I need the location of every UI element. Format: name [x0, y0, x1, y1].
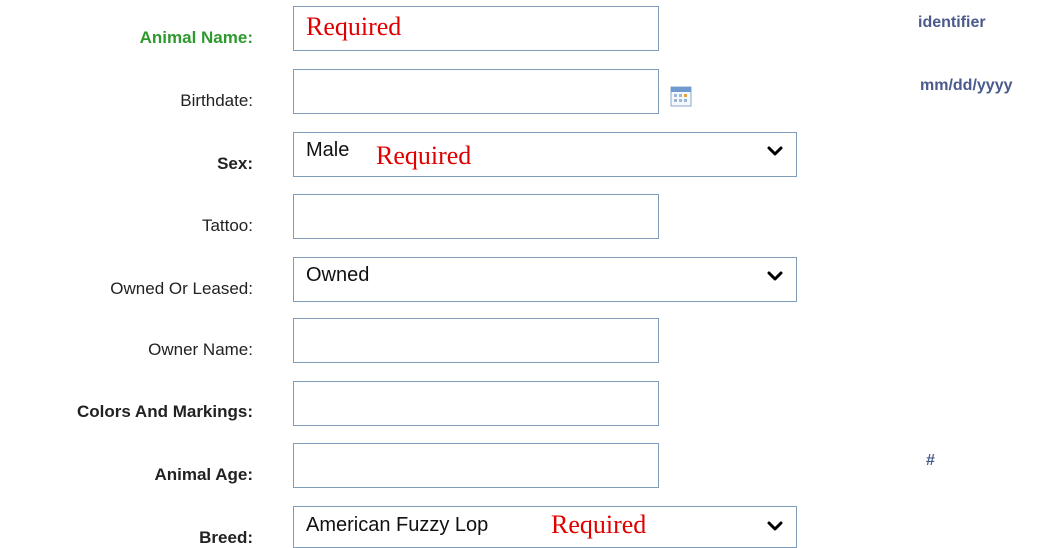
colors-and-markings-input[interactable] [293, 381, 659, 426]
sex-selected-value: Male [306, 139, 350, 161]
breed-label: Breed: [199, 528, 253, 547]
owner-name-label: Owner Name: [148, 340, 253, 359]
owned-or-leased-label: Owned Or Leased: [110, 279, 253, 298]
breed-select[interactable]: American Fuzzy Lop Required [293, 506, 797, 548]
animal-name-hint: identifier [918, 14, 986, 31]
chevron-down-icon [767, 146, 783, 156]
birthdate-format-hint: mm/dd/yyyy [920, 77, 1013, 94]
colors-and-markings-label: Colors And Markings: [77, 402, 253, 421]
sex-select[interactable]: Male Required [293, 132, 797, 177]
chevron-down-icon [767, 271, 783, 281]
sex-required-placeholder: Required [376, 141, 472, 170]
owner-name-input[interactable] [293, 318, 659, 363]
animal-name-label: Animal Name: [139, 28, 253, 47]
animal-name-input[interactable]: Required [293, 6, 659, 51]
animal-name-required-placeholder: Required [306, 12, 402, 41]
chevron-down-icon [767, 521, 783, 531]
breed-required-placeholder: Required [551, 510, 647, 539]
birthdate-input[interactable] [293, 69, 659, 114]
sex-label: Sex: [217, 154, 253, 173]
animal-age-label: Animal Age: [154, 465, 253, 484]
tattoo-label: Tattoo: [201, 216, 253, 235]
tattoo-input[interactable] [293, 194, 659, 239]
breed-selected-value: American Fuzzy Lop [306, 514, 489, 536]
animal-form: Animal Name: Required identifier Birthda… [0, 0, 1052, 548]
animal-age-hint: # [926, 452, 935, 469]
owned-or-leased-select[interactable]: Owned [293, 257, 797, 302]
owned-or-leased-selected-value: Owned [306, 264, 370, 286]
birthdate-label: Birthdate: [180, 91, 253, 110]
calendar-icon[interactable] [670, 85, 692, 107]
animal-age-input[interactable] [293, 443, 659, 488]
